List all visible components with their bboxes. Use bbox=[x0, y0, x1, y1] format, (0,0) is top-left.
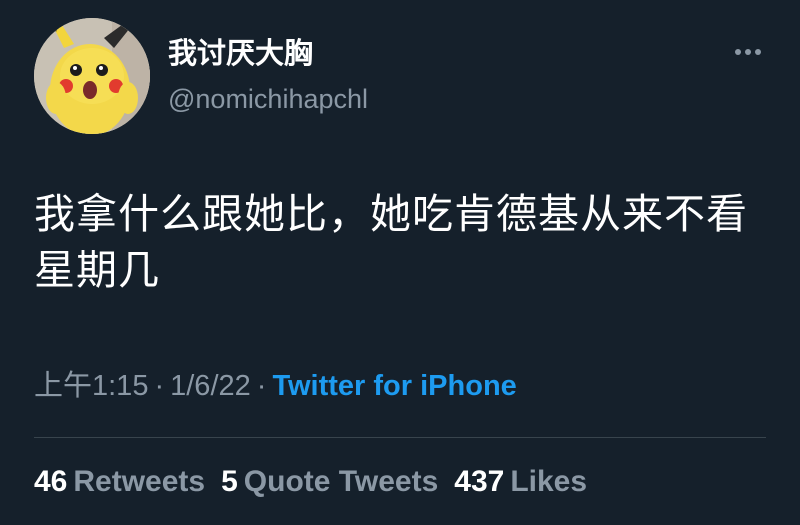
display-name[interactable]: 我讨厌大胸 bbox=[168, 36, 313, 72]
meta-separator: · bbox=[154, 370, 165, 402]
tweet-date[interactable]: 1/6/22 bbox=[170, 370, 251, 402]
user-handle[interactable]: @nomichihapchl bbox=[168, 82, 368, 116]
retweets-count: 46 bbox=[34, 465, 68, 498]
pikachu-avatar-icon bbox=[34, 18, 150, 134]
divider bbox=[34, 437, 766, 438]
likes-count: 437 bbox=[454, 465, 505, 498]
more-options-icon[interactable] bbox=[728, 40, 768, 64]
tweet-source-link[interactable]: Twitter for iPhone bbox=[272, 370, 516, 402]
likes-label: Likes bbox=[510, 465, 588, 498]
tweet-metadata: 上午1:15 · 1/6/22 · Twitter for iPhone bbox=[34, 366, 517, 406]
tweet-stats: 46 Retweets 5 Quote Tweets 437 Likes bbox=[34, 462, 603, 502]
likes-stat[interactable]: 437 Likes bbox=[454, 462, 587, 502]
quote-tweets-stat[interactable]: 5 Quote Tweets bbox=[221, 462, 438, 502]
tweet-card: 我讨厌大胸 @nomichihapchl 我拿什么跟她比，她吃肯德基从来不看星期… bbox=[0, 0, 800, 525]
tweet-text: 我拿什么跟她比，她吃肯德基从来不看星期几 bbox=[34, 191, 748, 293]
retweets-label: Retweets bbox=[73, 465, 206, 498]
meta-separator: · bbox=[256, 370, 267, 402]
retweets-stat[interactable]: 46 Retweets bbox=[34, 462, 205, 502]
quote-tweets-label: Quote Tweets bbox=[243, 465, 439, 498]
quote-tweets-count: 5 bbox=[221, 465, 238, 498]
tweet-time[interactable]: 上午1:15 bbox=[34, 370, 148, 402]
avatar[interactable] bbox=[34, 18, 150, 134]
